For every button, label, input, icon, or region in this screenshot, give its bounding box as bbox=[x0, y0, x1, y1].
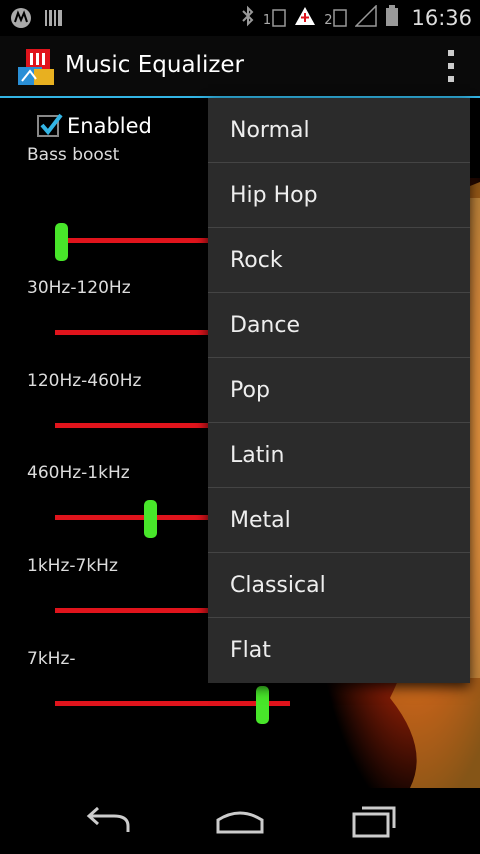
enabled-label: Enabled bbox=[67, 114, 152, 138]
preset-item-latin[interactable]: Latin bbox=[208, 423, 470, 488]
enabled-checkbox[interactable] bbox=[37, 113, 63, 137]
preset-item-dance[interactable]: Dance bbox=[208, 293, 470, 358]
preset-item-rock[interactable]: Rock bbox=[208, 228, 470, 293]
recent-apps-icon[interactable] bbox=[350, 802, 398, 846]
enabled-row[interactable]: Enabled bbox=[37, 113, 152, 138]
bluetooth-icon bbox=[241, 5, 255, 31]
signal-icon bbox=[354, 4, 378, 31]
app-title: Music Equalizer bbox=[65, 52, 245, 78]
band-thumb-3[interactable] bbox=[144, 500, 157, 538]
sim1-icon: 1 bbox=[263, 8, 286, 28]
app-icon[interactable] bbox=[16, 47, 56, 87]
battery-icon bbox=[385, 5, 399, 31]
bass-boost-label: Bass boost bbox=[27, 145, 120, 165]
preset-item-flat[interactable]: Flat bbox=[208, 618, 470, 683]
sim1-label: 1 bbox=[262, 13, 272, 28]
sim2-icon: 2 bbox=[324, 8, 348, 28]
navigation-bar bbox=[0, 788, 480, 854]
overflow-menu-icon[interactable] bbox=[446, 50, 456, 82]
band-label-4: 1kHz-7kHz bbox=[27, 556, 118, 576]
band-label-2: 120Hz-460Hz bbox=[27, 371, 142, 391]
sim2-label: 2 bbox=[324, 13, 333, 28]
bass-boost-thumb[interactable] bbox=[55, 223, 68, 261]
home-icon[interactable] bbox=[215, 802, 265, 846]
band-slider-5[interactable] bbox=[55, 684, 290, 724]
band-label-3: 460Hz-1kHz bbox=[27, 463, 130, 483]
preset-item-classical[interactable]: Classical bbox=[208, 553, 470, 618]
preset-item-metal[interactable]: Metal bbox=[208, 488, 470, 553]
back-icon[interactable] bbox=[84, 802, 130, 846]
notification-icon bbox=[294, 6, 316, 30]
motorola-icon bbox=[10, 7, 32, 33]
preset-item-pop[interactable]: Pop bbox=[208, 358, 470, 423]
preset-item-normal[interactable]: Normal bbox=[208, 98, 470, 163]
clock: 16:36 bbox=[411, 6, 472, 30]
preset-menu: Normal Hip Hop Rock Dance Pop Latin Meta… bbox=[208, 98, 470, 683]
band-label-5: 7kHz- bbox=[27, 649, 76, 669]
status-bar: 1 2 16:36 bbox=[0, 0, 480, 36]
band-label-1: 30Hz-120Hz bbox=[27, 278, 131, 298]
band-thumb-5[interactable] bbox=[256, 686, 269, 724]
barcode-icon bbox=[44, 8, 64, 32]
band-track-5 bbox=[55, 701, 290, 706]
preset-item-hip-hop[interactable]: Hip Hop bbox=[208, 163, 470, 228]
